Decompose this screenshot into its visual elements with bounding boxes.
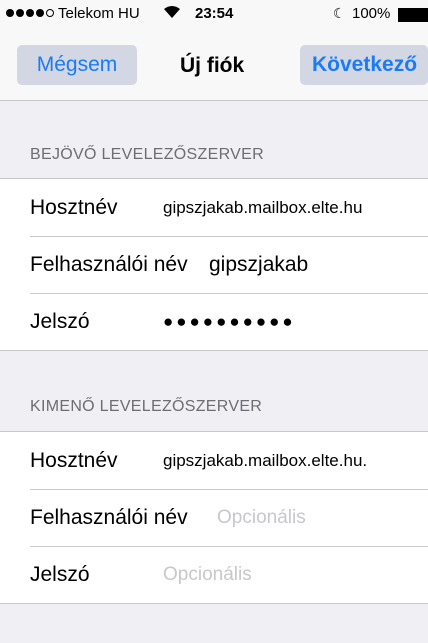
outgoing-password-field[interactable]: Opcionális <box>163 564 252 586</box>
next-button[interactable]: Következő <box>300 45 428 85</box>
incoming-username-field[interactable]: gipszjakab <box>209 253 308 277</box>
row-label: Hosztnév <box>30 196 118 219</box>
incoming-server-group: Hosztnév gipszjakab.mailbox.elte.hu Felh… <box>0 178 428 351</box>
row-label: Felhasználói név <box>30 506 188 529</box>
outgoing-server-group: Hosztnév gipszjakab.mailbox.elte.hu. Fel… <box>0 431 428 604</box>
row-label: Jelszó <box>30 563 90 586</box>
incoming-username-row[interactable]: Felhasználói név gipszjakab <box>0 236 428 293</box>
battery-icon <box>398 8 428 22</box>
outgoing-hostname-row[interactable]: Hosztnév gipszjakab.mailbox.elte.hu. <box>0 432 428 489</box>
cancel-button[interactable]: Mégsem <box>17 45 137 85</box>
navigation-bar: Mégsem Új fiók Következő <box>0 30 428 101</box>
outgoing-password-row[interactable]: Jelszó Opcionális <box>0 546 428 603</box>
status-bar: Telekom HU 23:54 ☾ 100% <box>0 0 428 30</box>
outgoing-username-row[interactable]: Felhasználói név Opcionális <box>0 489 428 546</box>
battery-percentage: 100% <box>352 5 391 22</box>
outgoing-hostname-field[interactable]: gipszjakab.mailbox.elte.hu. <box>163 451 367 471</box>
outgoing-server-header: KIMENŐ LEVELEZŐSZERVER <box>30 398 263 415</box>
page-title: Új fiók <box>180 54 245 77</box>
wifi-icon <box>163 5 181 22</box>
outgoing-username-field[interactable]: Opcionális <box>217 507 306 529</box>
row-label: Felhasználói név <box>30 253 188 276</box>
row-label: Hosztnév <box>30 449 118 472</box>
incoming-password-row[interactable]: Jelszó ●●●●●●●●●● <box>0 293 428 350</box>
carrier-name: Telekom HU <box>58 5 140 22</box>
status-time: 23:54 <box>195 5 234 22</box>
incoming-server-header: BEJÖVŐ LEVELEZŐSZERVER <box>30 146 264 163</box>
incoming-password-field[interactable]: ●●●●●●●●●● <box>163 312 296 332</box>
incoming-hostname-row[interactable]: Hosztnév gipszjakab.mailbox.elte.hu <box>0 179 428 236</box>
moon-icon: ☾ <box>333 5 346 21</box>
row-label: Jelszó <box>30 310 90 333</box>
incoming-hostname-field[interactable]: gipszjakab.mailbox.elte.hu <box>163 198 362 218</box>
signal-strength-icon <box>6 9 54 17</box>
